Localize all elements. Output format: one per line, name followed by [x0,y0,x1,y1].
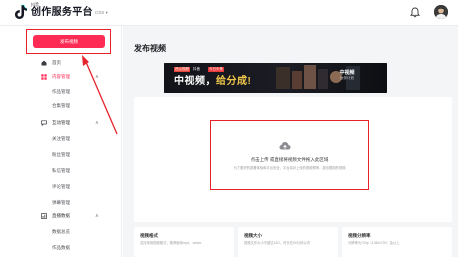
info-card-resolution: 视频分辨率 分辨率为720p（1280x720）及以上 [342,227,452,257]
info-card-size: 视频大小 视频文件大小不超过16G，时长在60分钟以内 [238,227,338,257]
banner-headline-part-1: 中视频， [174,76,216,87]
chevron-up-icon[interactable]: ∧ [95,210,99,222]
info-card-desc: 支持常用视频格式，推荐使用mp4、webm [140,241,202,245]
sidebar-subitem-collections[interactable]: 合集管理 [52,101,70,111]
chevron-up-icon[interactable]: ∧ [95,71,99,83]
banner-headline: 中视频，给分成! [174,76,251,88]
brand-title: 创作服务平台 [31,7,93,18]
sidebar-subitem-works[interactable]: 作品管理 [52,87,70,97]
banner-tag-xigua: 西瓜视频 [174,67,190,72]
info-card-title: 视频格式 [140,233,158,238]
brand-dropdown[interactable]: CSS ▾ [95,9,108,17]
sidebar-subitem-works-data[interactable]: 作品数据 [52,243,70,253]
sidebar-subitem-danmaku[interactable]: 弹幕管理 [52,198,70,208]
banner-headline-part-2: 给分成! [216,76,252,87]
sidebar-item-label: 直播数据 [52,213,70,218]
banner-tag-douyin: 抖音 [193,67,200,71]
sidebar-item-label: 互动管理 [52,120,70,125]
sidebar-subitem-fans[interactable]: 粉丝管理 [52,150,70,160]
chart-icon [41,213,47,219]
info-card-title: 视频大小 [244,233,262,238]
home-icon [41,60,47,66]
user-avatar[interactable] [434,5,448,19]
sidebar-item-interaction[interactable]: 互动管理 ∧ [0,117,122,129]
page-title: 发布视频 [134,44,166,53]
publish-video-button[interactable]: 发布视频 [33,35,105,48]
chevron-up-icon[interactable]: ∧ [95,117,99,129]
sidebar-item-label: 首页 [52,60,61,65]
sidebar-item-content-management[interactable]: 内容管理 ∧ [0,71,122,83]
banner-tag-toutiao: 今日头条 [208,67,224,72]
info-card-title: 视频分辨率 [348,233,371,238]
sidebar-subitem-follow[interactable]: 关注管理 [52,134,70,144]
bell-icon[interactable] [410,7,420,18]
info-card-desc: 视频文件大小不超过16G，时长在60分钟以内 [244,241,310,245]
info-card-desc: 分辨率为720p（1280x720）及以上 [348,241,400,245]
upload-instruction: 点击上传 或直接将视频文件拖入此区域 [250,157,329,162]
upload-dropzone[interactable] [210,120,369,190]
sidebar-subitem-messages[interactable]: 私信管理 [52,166,70,176]
sidebar-item-live-data[interactable]: 直播数据 ∧ [0,210,122,222]
top-bar: 抖音 创作服务平台 CSS ▾ [0,0,458,26]
banner-brand-sub: 伙伴计划 [340,76,354,80]
sidebar-item-label: 内容管理 [52,74,70,79]
sidebar-item-home[interactable]: 首页 [0,57,122,69]
cloud-upload-icon [279,142,291,150]
info-card-format: 视频格式 支持常用视频格式，推荐使用mp4、webm [134,227,234,257]
douyin-logo-icon[interactable] [14,4,28,20]
sidebar-subitem-comments[interactable]: 评论管理 [52,182,70,192]
chat-icon [41,120,47,126]
banner-brand: 中视频 伙伴计划 [334,70,360,81]
upload-hint: 为了更好的观看体验和平台安全，平台将对上传的视频预审，超出限制的视频 [233,166,346,170]
grid-icon [41,74,47,80]
sidebar-subitem-overview[interactable]: 数据总览 [52,227,70,237]
